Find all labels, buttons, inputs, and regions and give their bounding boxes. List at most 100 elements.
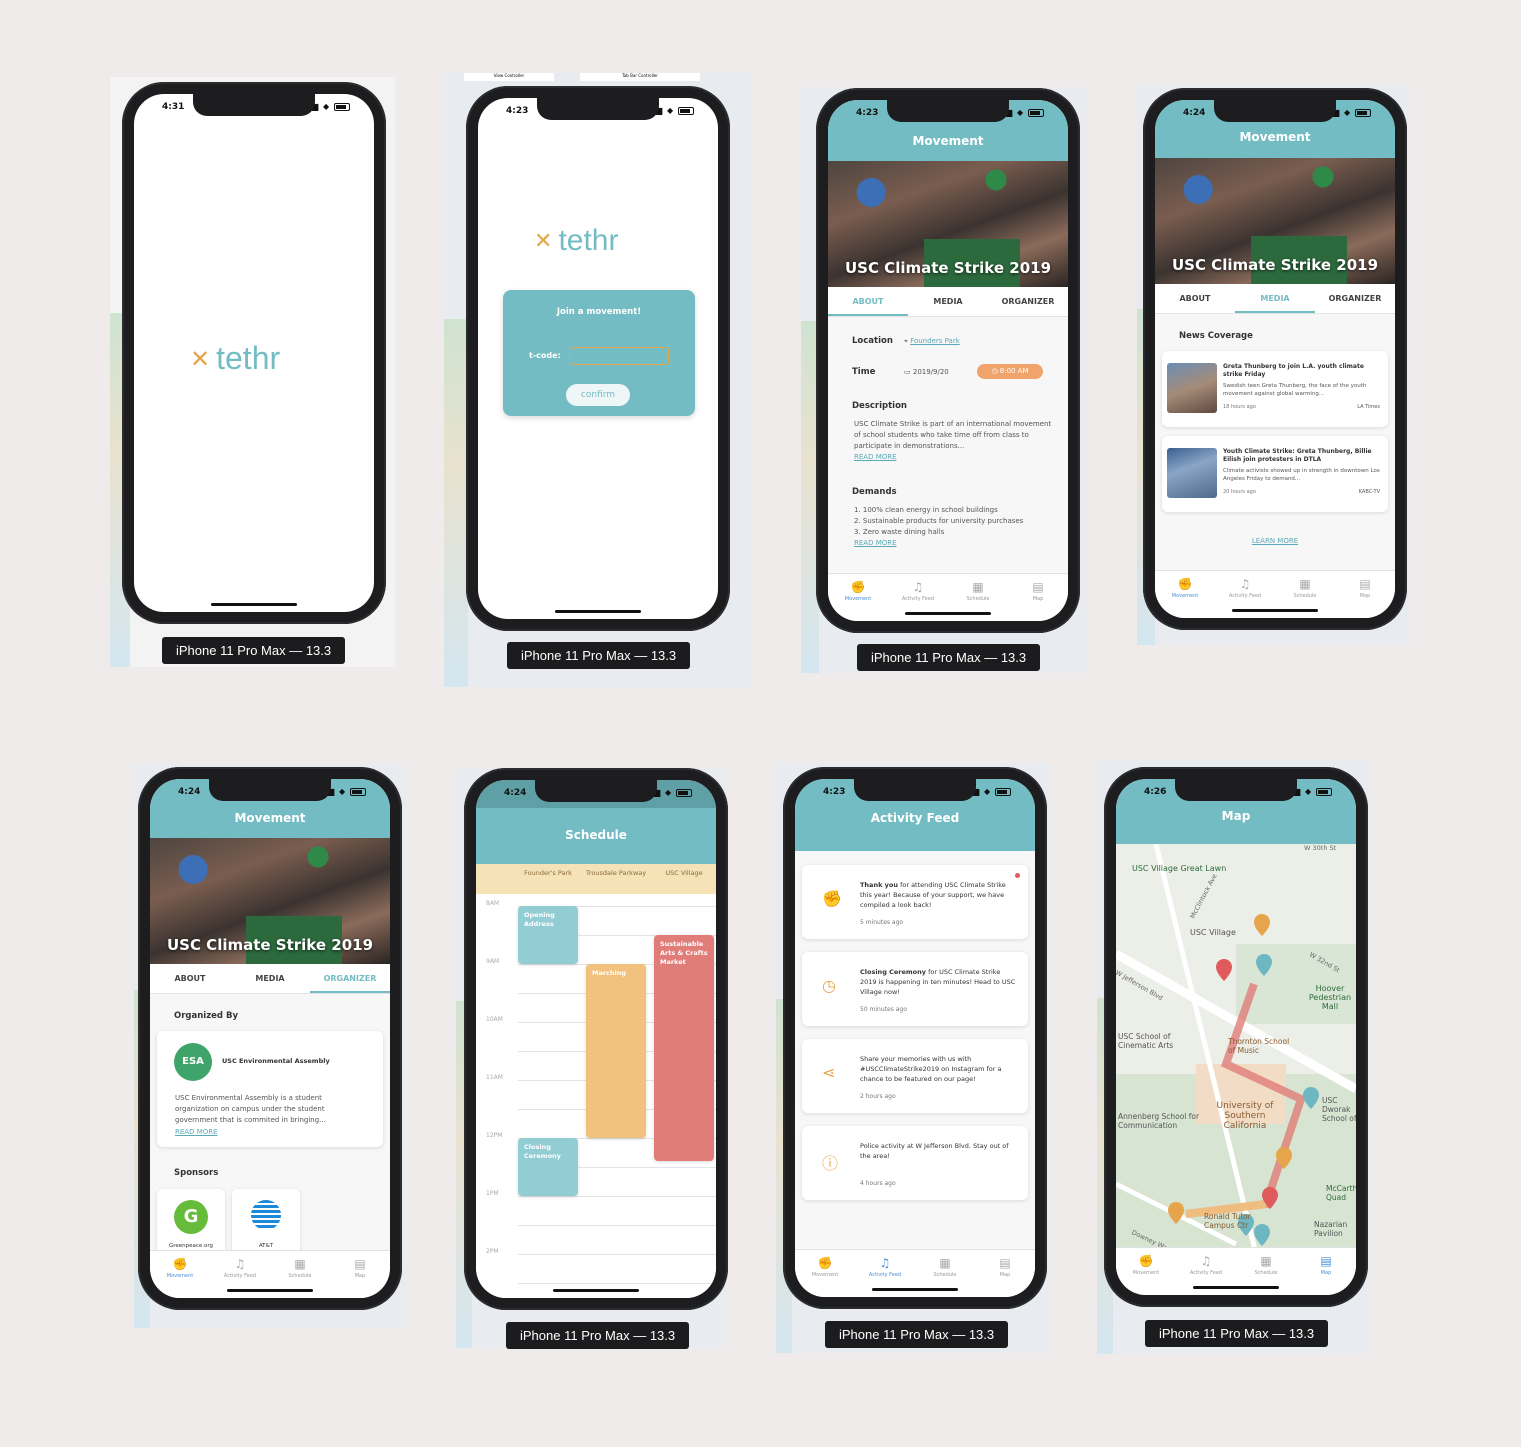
tabbar-movement[interactable]: ✊ Movement [150, 1251, 210, 1298]
schedule-event[interactable]: Marching [586, 964, 646, 1138]
feed-card[interactable]: ✊ Thank you for attending USC Climate Str… [802, 865, 1028, 939]
calendar-icon: ▦ [1299, 577, 1311, 591]
calendar-icon: ▦ [939, 1256, 951, 1270]
bg-label: Tab Bar Controller [580, 73, 700, 81]
tab-about[interactable]: ABOUT [828, 287, 908, 316]
tabbar-map[interactable]: ▤ Map [330, 1251, 390, 1298]
map-label: Annenberg School for Communication [1118, 1112, 1200, 1130]
hour-label: 1PM [486, 1190, 499, 1197]
tab-organizer[interactable]: ORGANIZER [1315, 284, 1395, 313]
feed-age: 4 hours ago [860, 1180, 896, 1187]
grid-line [518, 1283, 716, 1284]
tabbar-movement[interactable]: ✊ Movement [1116, 1248, 1176, 1295]
bell-icon: ♫ [879, 1256, 891, 1270]
schedule-event[interactable]: Closing Ceremony [518, 1138, 578, 1196]
tab-media[interactable]: MEDIA [908, 287, 988, 316]
hero-image: USC Climate Strike 2019 [150, 838, 390, 964]
segment-tabs: ABOUT MEDIA ORGANIZER [150, 964, 390, 994]
map-label: USC Village Great Lawn [1132, 864, 1227, 873]
feed-age: 2 hours ago [860, 1093, 896, 1100]
feed-text: Thank you for attending USC Climate Stri… [860, 881, 1006, 909]
map-label: McCarthy Quad [1326, 1184, 1356, 1202]
feed-screen: 4:23 ▂▄▆ ◆ Activity Feed ✊ Thank you for a… [795, 779, 1035, 1297]
tab-about[interactable]: ABOUT [1155, 284, 1235, 313]
tabbar-movement[interactable]: ✊ Movement [828, 574, 888, 621]
map-icon: ▤ [354, 1257, 366, 1271]
bg-label: View Controller [464, 73, 554, 81]
read-more-link[interactable]: READ MORE [854, 538, 897, 549]
org-name: USC Environmental Assembly [222, 1057, 330, 1065]
organized-by-label: Organized By [174, 1011, 238, 1021]
phone-frame: 4:23 ▂▄▆ ◆ Activity Feed ✊ Thank you for a… [783, 767, 1047, 1309]
tabbar-map[interactable]: ▤ Map [1335, 571, 1395, 618]
join-card: Join a movement! t-code: confirm [503, 290, 695, 416]
learn-more-link[interactable]: LEARN MORE [1155, 536, 1395, 547]
grid-line [518, 1254, 716, 1255]
tabbar-movement[interactable]: ✊ Movement [1155, 571, 1215, 618]
map-label: USC School of Cinematic Arts [1118, 1032, 1174, 1050]
article-title: Youth Climate Strike: Greta Thunberg, Bi… [1223, 448, 1372, 464]
demand-item: 2. Sustainable products for university p… [854, 517, 1024, 525]
demand-item: 3. Zero waste dining halls [854, 528, 945, 536]
tabbar-map[interactable]: ▤ Map [1296, 1248, 1356, 1295]
phone-frame: 4:23 ▂▄▆ ◆ ✕ tethr Join a movement! t-cod… [466, 86, 730, 631]
read-more-link[interactable]: READ MORE [175, 1127, 218, 1138]
confirm-button[interactable]: confirm [566, 384, 630, 406]
att-logo [251, 1200, 281, 1230]
hero-image: USC Climate Strike 2019 [828, 161, 1068, 287]
tab-media[interactable]: MEDIA [230, 964, 310, 993]
map-icon: ▤ [1320, 1254, 1332, 1268]
hour-label: 9AM [486, 958, 500, 965]
calendar-icon: ▦ [294, 1257, 306, 1271]
tabbar-movement[interactable]: ✊ Movement [795, 1250, 855, 1297]
sponsor-card[interactable]: AT&T [232, 1189, 300, 1259]
device-caption: iPhone 11 Pro Max — 13.3 [825, 1321, 1009, 1348]
feed-text: Police activity at W Jefferson Blvd. Sta… [860, 1142, 1009, 1160]
article-source: LA Times [1357, 404, 1380, 410]
map-icon: ▤ [1032, 580, 1044, 594]
sponsor-card[interactable]: G Greenpeace.org [157, 1189, 225, 1259]
bell-icon: ♫ [912, 580, 924, 594]
raised-fist-icon: ✊ [817, 1256, 833, 1270]
clock-icon: ◷ [991, 367, 998, 375]
event-label: Marching [592, 969, 627, 977]
organizer-card[interactable]: ESA USC Environmental Assembly USC Envir… [157, 1031, 383, 1147]
date-text: 2019/9/20 [912, 368, 949, 376]
segment-tabs: ABOUT MEDIA ORGANIZER [1155, 284, 1395, 314]
street-label: W 30th St [1304, 844, 1337, 852]
tab-media[interactable]: MEDIA [1235, 284, 1315, 313]
feed-card[interactable]: ◷ Closing Ceremony for USC Climate Strike… [802, 952, 1028, 1026]
calendar-icon: ▦ [972, 580, 984, 594]
bell-icon: ♫ [1239, 577, 1251, 591]
schedule-event[interactable]: Opening Address [518, 906, 578, 964]
description-text: USC Climate Strike is part of an interna… [854, 420, 1052, 450]
tabbar-map[interactable]: ▤ Map [1008, 574, 1068, 621]
campus-map[interactable]: USC Village Great Lawn USC Village Hoove… [1116, 844, 1356, 1247]
tab-organizer[interactable]: ORGANIZER [988, 287, 1068, 316]
hero-title: USC Climate Strike 2019 [1171, 256, 1379, 274]
calendar-icon: ▭ [904, 368, 911, 376]
schedule-event[interactable]: Sustainable Arts & Crafts Market [654, 935, 714, 1162]
location-link[interactable]: Founders Park [910, 337, 960, 345]
event-label: Sustainable Arts & Crafts Market [660, 940, 708, 966]
demand-item: 1. 100% clean energy in school buildings [854, 506, 998, 514]
feed-card[interactable]: ⋖ Share your memories with us with #USCCl… [802, 1039, 1028, 1113]
read-more-link[interactable]: READ MORE [854, 452, 897, 463]
tab-about[interactable]: ABOUT [150, 964, 230, 993]
join-screen: 4:23 ▂▄▆ ◆ ✕ tethr Join a movement! t-cod… [478, 98, 718, 619]
hero-title: USC Climate Strike 2019 [166, 936, 374, 954]
feed-age: 50 minutes ago [860, 1006, 907, 1013]
join-title: Join a movement! [556, 307, 642, 317]
map-label: USC Dworak School of [1322, 1096, 1356, 1123]
tcode-input[interactable] [569, 347, 669, 365]
article-card[interactable]: Greta Thunberg to join L.A. youth climat… [1162, 351, 1388, 427]
sponsor-name: AT&T [258, 1243, 274, 1249]
tab-organizer[interactable]: ORGANIZER [310, 964, 390, 993]
status-time: 4:31 [162, 102, 185, 112]
tabbar-map[interactable]: ▤ Map [975, 1250, 1035, 1297]
hour-label: 12PM [486, 1132, 503, 1139]
map-label: Thornton School of Music [1228, 1037, 1290, 1055]
feed-card[interactable]: ⓘ Police activity at W Jefferson Blvd. St… [802, 1126, 1028, 1200]
news-coverage-label: News Coverage [1179, 331, 1253, 341]
article-card[interactable]: Youth Climate Strike: Greta Thunberg, Bi… [1162, 436, 1388, 512]
